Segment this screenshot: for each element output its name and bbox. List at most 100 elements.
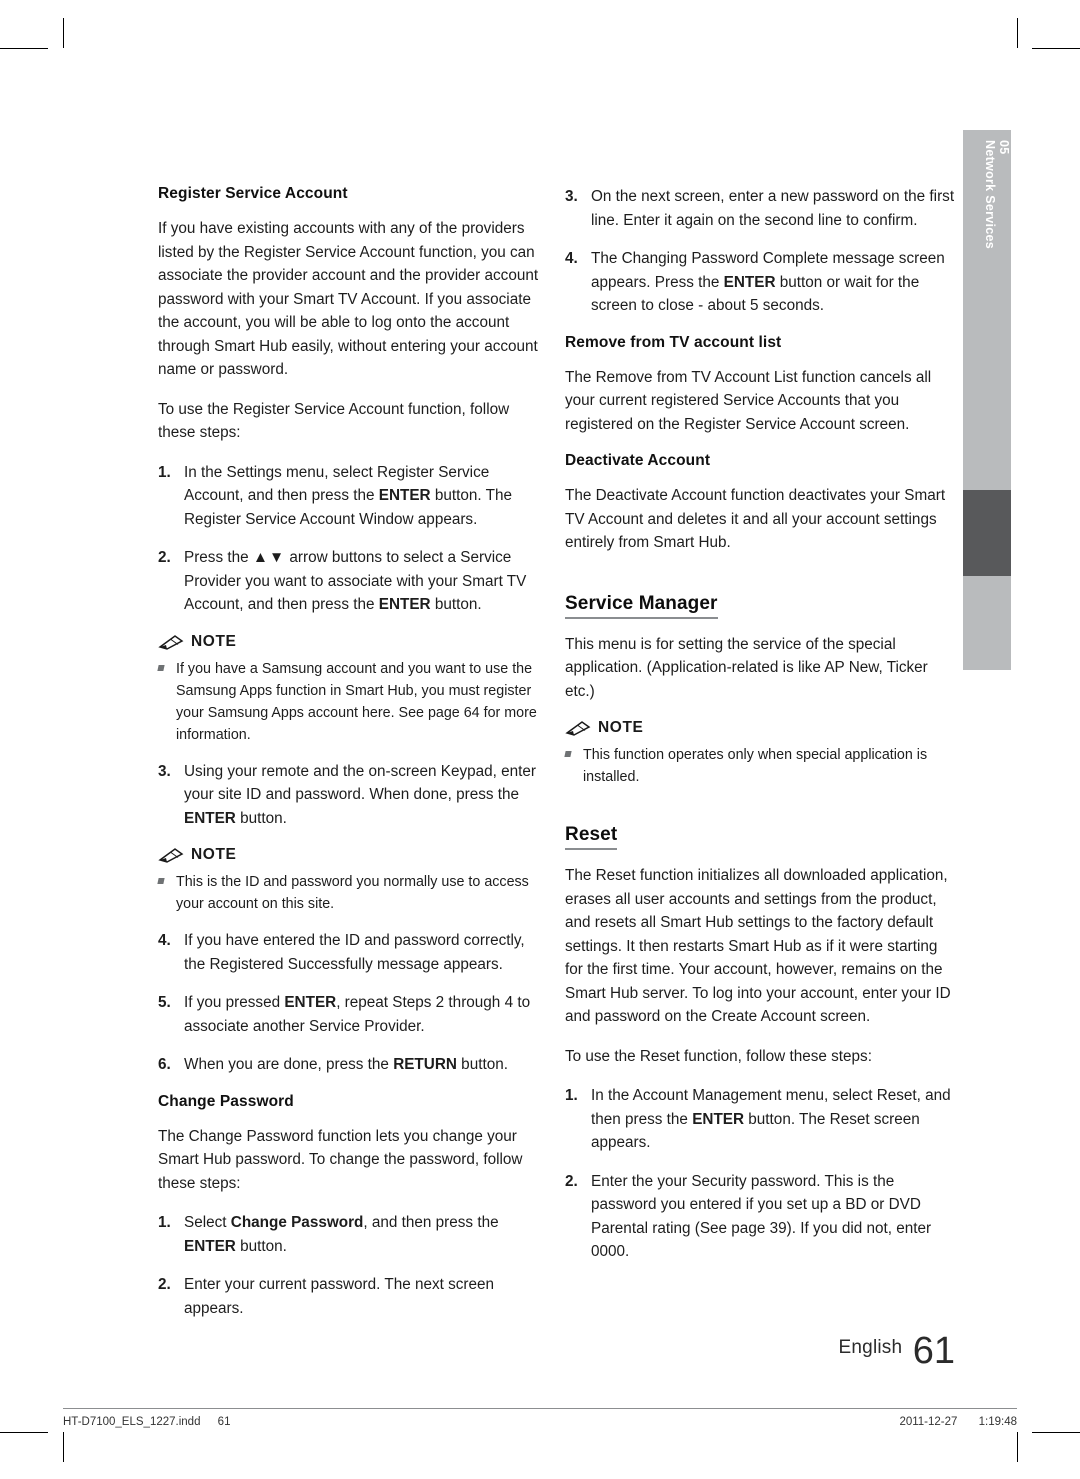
steps-register: 1. In the Settings menu, select Register… <box>158 461 548 617</box>
paragraph-deactivate: The Deactivate Account function deactiva… <box>565 487 946 551</box>
step-number: 3. <box>565 188 578 205</box>
note-title: NOTE <box>158 846 548 864</box>
note-label: NOTE <box>191 846 237 863</box>
crop-mark-top-right-rule <box>1032 48 1080 49</box>
list-item: 1. In the Account Management menu, selec… <box>565 1084 955 1155</box>
paragraph-register-1: If you have existing accounts with any o… <box>158 220 539 378</box>
note-block-1: NOTE If you have a Samsung account and y… <box>157 633 548 746</box>
section-service-manager-wrap: Service Manager <box>565 571 955 633</box>
note-title: NOTE <box>158 633 548 651</box>
note-bullet-text: This function operates only when special… <box>583 747 928 785</box>
bullet-square-icon <box>157 658 176 746</box>
crop-mark-bottom-right-rule <box>1032 1432 1080 1433</box>
paragraph-service-manager: This menu is for setting the service of … <box>565 635 928 700</box>
print-meta-right: 2011-12-27 1:19:48 <box>767 1416 1017 1428</box>
step-number: 1. <box>565 1087 578 1104</box>
crop-mark-top-right <box>1017 18 1018 48</box>
step-text: In the Settings menu, select Register Se… <box>184 463 512 528</box>
step-text: Enter your current password. The next sc… <box>184 1276 495 1317</box>
step-text: If you have entered the ID and password … <box>184 932 525 973</box>
section-reset-wrap: Reset <box>565 802 955 864</box>
crop-mark-top-left-rule <box>0 48 48 49</box>
list-item: 2. Enter your current password. The next… <box>158 1273 548 1320</box>
list-item: This function operates only when special… <box>564 744 955 788</box>
indd-page: 61 <box>217 1416 231 1428</box>
note-bullet-text: If you have a Samsung account and you wa… <box>176 660 537 743</box>
chapter-title: Network Services <box>983 140 997 250</box>
step-text: In the Account Management menu, select R… <box>591 1087 951 1151</box>
step-number: 2. <box>565 1172 578 1190</box>
print-time: 1:19:48 <box>978 1416 1017 1428</box>
step-number: 2. <box>158 1276 171 1293</box>
crop-mark-bottom-right <box>1017 1432 1018 1462</box>
note-bullets: If you have a Samsung account and you wa… <box>157 658 548 746</box>
page-footer: English 61 <box>565 1330 955 1373</box>
right-column: 3. On the next screen, enter a new passw… <box>564 185 955 1280</box>
paragraph-change-password: The Change Password function lets you ch… <box>158 1127 523 1192</box>
note-block-3: NOTE This function operates only when sp… <box>564 719 955 788</box>
step-number: 3. <box>158 762 171 780</box>
chapter-number: 05 <box>997 140 1011 155</box>
list-item: 4. If you have entered the ID and passwo… <box>158 929 548 976</box>
chapter-tab-marker <box>963 490 1011 576</box>
step-number: 4. <box>158 932 171 949</box>
step-text: Enter the your Security password. This i… <box>591 1172 932 1261</box>
list-item: 1. Select Change Password, and then pres… <box>158 1211 548 1258</box>
crop-mark-bottom-left-rule <box>0 1432 48 1433</box>
step-number: 2. <box>158 549 171 566</box>
step-number: 6. <box>158 1056 171 1073</box>
list-item: This is the ID and password you normally… <box>157 871 548 915</box>
list-item: 3. On the next screen, enter a new passw… <box>565 185 955 232</box>
list-item: 2. Press the ▲▼ arrow buttons to select … <box>158 546 548 617</box>
note-bullet-text: This is the ID and password you normally… <box>176 874 529 912</box>
print-date: 2011-12-27 <box>899 1416 958 1428</box>
steps-register-b: 3. Using your remote and the on-screen K… <box>158 760 548 831</box>
step-number: 4. <box>565 250 578 267</box>
heading-deactivate-account: Deactivate Account <box>565 452 711 469</box>
pencil-icon <box>158 634 184 650</box>
steps-register-c: 4. If you have entered the ID and passwo… <box>158 929 548 1077</box>
step-number: 1. <box>158 1214 171 1231</box>
list-item: 1. In the Settings menu, select Register… <box>158 461 548 532</box>
step-text: Select Change Password, and then press t… <box>184 1214 499 1255</box>
heading-register-service-account: Register Service Account <box>158 185 348 202</box>
steps-reset: 1. In the Account Management menu, selec… <box>565 1084 955 1264</box>
heading-remove-from-tv-account-list: Remove from TV account list <box>565 333 782 351</box>
pencil-icon <box>565 720 591 736</box>
pencil-icon <box>158 847 184 863</box>
step-text: Using your remote and the on-screen Keyp… <box>184 762 537 827</box>
footer-language: English <box>838 1337 903 1358</box>
step-text: When you are done, press the RETURN butt… <box>184 1056 508 1073</box>
heading-change-password: Change Password <box>158 1092 294 1110</box>
crop-mark-top-left <box>63 18 64 48</box>
chapter-tab-text: 05 Network Services <box>963 140 1011 249</box>
step-text: The Changing Password Complete message s… <box>591 250 945 314</box>
paragraph-reset-2: To use the Reset function, follow these … <box>565 1047 872 1065</box>
step-number: 5. <box>158 994 171 1011</box>
note-bullets: This is the ID and password you normally… <box>157 871 548 915</box>
print-meta-left: HT-D7100_ELS_1227.indd 61 <box>63 1416 230 1428</box>
list-item: 3. Using your remote and the on-screen K… <box>158 760 548 831</box>
bullet-square-icon <box>564 744 583 788</box>
left-column: Register Service Account If you have exi… <box>157 185 548 1336</box>
note-title: NOTE <box>565 719 955 737</box>
paragraph-remove: The Remove from TV Account List function… <box>565 368 932 433</box>
crop-mark-bottom-left <box>63 1432 64 1462</box>
step-number: 1. <box>158 463 171 481</box>
footer-divider <box>63 1408 1017 1409</box>
list-item: 5. If you pressed ENTER, repeat Steps 2 … <box>158 991 548 1038</box>
list-item: 6. When you are done, press the RETURN b… <box>158 1053 548 1077</box>
note-block-2: NOTE This is the ID and password you nor… <box>157 846 548 915</box>
list-item: 2. Enter the your Security password. Thi… <box>565 1170 955 1264</box>
step-text: Press the ▲▼ arrow buttons to select a S… <box>184 549 527 613</box>
steps-change-password-cont: 3. On the next screen, enter a new passw… <box>565 185 955 318</box>
step-text: If you pressed ENTER, repeat Steps 2 thr… <box>184 994 531 1035</box>
indd-file-name: HT-D7100_ELS_1227.indd <box>63 1416 201 1428</box>
section-title-service-manager: Service Manager <box>565 593 718 619</box>
section-title-reset: Reset <box>565 824 618 850</box>
chapter-tab: 05 Network Services <box>963 130 1011 670</box>
step-text: On the next screen, enter a new password… <box>591 188 955 229</box>
footer-page-number: 61 <box>912 1330 955 1372</box>
note-label: NOTE <box>191 632 237 650</box>
paragraph-reset-1: The Reset function initializes all downl… <box>565 867 951 1025</box>
